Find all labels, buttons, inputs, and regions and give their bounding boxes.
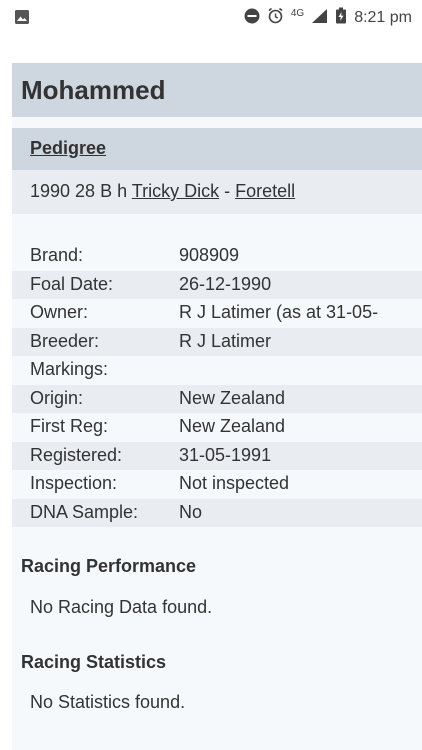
detail-label: Inspection: xyxy=(30,473,118,493)
detail-row: Origin: New Zealand xyxy=(12,384,422,413)
detail-row: Breeder: R J Latimer xyxy=(12,327,422,356)
detail-row: Inspection: Not inspected xyxy=(12,470,422,499)
detail-row: Owner: R J Latimer (as at 31-05- xyxy=(12,299,422,328)
detail-value: 908909 xyxy=(179,245,240,265)
detail-label: DNA Sample: xyxy=(30,501,139,522)
horse-name: Mohammed xyxy=(21,75,166,105)
detail-label: Owner: xyxy=(30,302,89,322)
detail-label: Foal Date: xyxy=(30,273,114,294)
alarm-icon xyxy=(267,7,284,29)
detail-label: Registered: xyxy=(30,444,123,465)
detail-value: New Zealand xyxy=(179,387,286,408)
detail-value: R J Latimer xyxy=(179,330,272,351)
racing-performance-heading: Racing Performance xyxy=(21,556,197,576)
detail-value: 31-05-1991 xyxy=(179,444,272,465)
horse-summary: 1990 28 B h Tricky Dick - Foretell xyxy=(30,181,295,202)
detail-value: Not inspected xyxy=(179,473,290,493)
detail-value: R J Latimer (as at 31-05- xyxy=(179,302,379,322)
detail-row: Brand: 908909 xyxy=(12,242,422,271)
dam-link[interactable]: Foretell xyxy=(235,181,295,201)
sire-link[interactable]: Tricky Dick xyxy=(132,181,219,201)
racing-statistics-heading: Racing Statistics xyxy=(21,652,167,672)
detail-label: Brand: xyxy=(30,245,84,265)
racing-performance-text: No Racing Data found. xyxy=(30,597,213,617)
horse-card: Mohammed Pedigree 1990 28 B h Tricky Dic… xyxy=(12,63,422,750)
signal-icon xyxy=(311,8,328,29)
clock-time: 8:21 pm xyxy=(354,9,412,26)
summary-prefix: 1990 28 B h xyxy=(30,181,132,201)
detail-label: First Reg: xyxy=(30,416,109,436)
battery-icon xyxy=(335,7,347,29)
detail-row: Markings: xyxy=(12,356,422,385)
detail-row: Foal Date: 26-12-1990 xyxy=(12,270,422,299)
title-bar: Mohammed xyxy=(12,63,422,117)
pedigree-link[interactable]: Pedigree xyxy=(30,138,106,159)
detail-value: No xyxy=(179,501,203,522)
detail-label: Markings: xyxy=(30,359,109,379)
image-icon xyxy=(14,9,30,30)
status-bar: 4G 8:21 pm xyxy=(0,0,422,34)
detail-label: Origin: xyxy=(30,387,84,408)
do-not-disturb-icon xyxy=(244,8,260,29)
detail-row: First Reg: New Zealand xyxy=(12,413,422,442)
detail-row: DNA Sample: No xyxy=(12,498,422,527)
detail-label: Breeder: xyxy=(30,330,100,351)
detail-value: New Zealand xyxy=(179,416,286,436)
detail-row: Registered: 31-05-1991 xyxy=(12,441,422,470)
summary-separator: - xyxy=(219,181,236,201)
pedigree-bar: Pedigree xyxy=(12,128,422,170)
details-table: Brand: 908909 Foal Date: 26-12-1990 Owne… xyxy=(12,242,422,527)
summary-bar: 1990 28 B h Tricky Dick - Foretell xyxy=(12,170,422,214)
racing-statistics-text: No Statistics found. xyxy=(30,692,186,712)
detail-value: 26-12-1990 xyxy=(179,273,272,294)
network-type: 4G xyxy=(290,7,305,19)
